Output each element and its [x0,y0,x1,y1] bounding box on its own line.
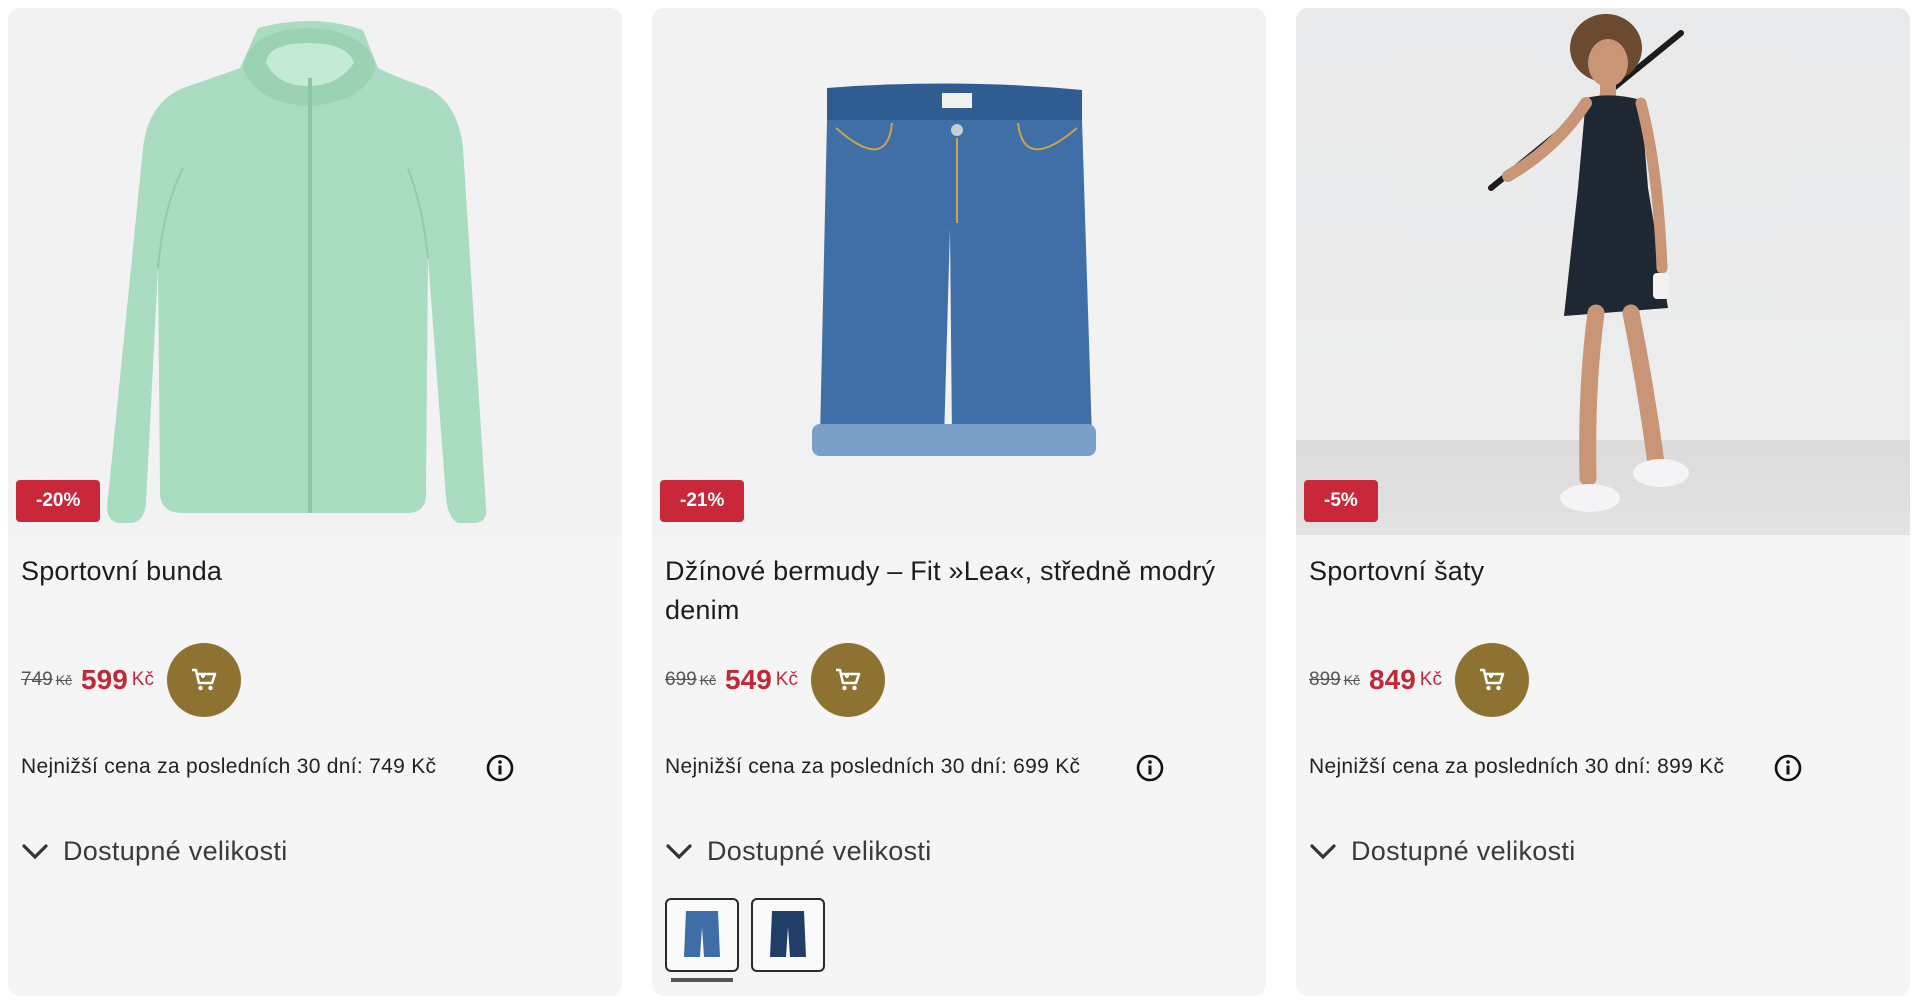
product-title[interactable]: Sportovní bunda [21,552,611,591]
old-price: 899 [1309,669,1341,690]
add-to-cart-button[interactable] [810,643,885,717]
old-price-currency: Kč [699,672,717,688]
add-to-cart-button[interactable] [1454,643,1529,717]
old-price: 699 [665,669,697,690]
product-image[interactable]: -5% [1296,8,1910,535]
price-row: 899 Kč 849 Kč [1309,643,1529,717]
dark-blue-denim-variant [770,911,806,957]
cart-icon [835,668,861,691]
denim-bermuda-shorts-image [812,83,1096,456]
discount-badge: -21% [660,480,745,522]
mint-zip-hoodie-image [107,20,487,523]
product-card[interactable]: -20% Sportovní bunda 749 Kč 599 Kč Nejni… [8,8,622,996]
info-icon[interactable] [1773,753,1803,783]
selected-variant-indicator [671,978,733,982]
product-title[interactable]: Sportovní šaty [1309,552,1899,591]
price-row: 749 Kč 599 Kč [21,643,241,717]
add-to-cart-button[interactable] [166,643,241,717]
lowest-price-info: Nejnižší cena za posledních 30 dní: 699 … [665,755,1081,778]
old-price: 749 [21,669,53,690]
sale-price: 599 [81,664,128,695]
available-sizes-toggle[interactable]: Dostupné velikosti [665,836,932,867]
info-icon[interactable] [1135,753,1165,783]
sale-price-currency: Kč [131,669,154,690]
old-price-currency: Kč [55,672,73,688]
price-row: 699 Kč 549 Kč [665,643,885,717]
color-variants [665,898,825,972]
available-sizes-label: Dostupné velikosti [707,836,932,866]
product-grid: -20% Sportovní bunda 749 Kč 599 Kč Nejni… [8,8,1910,996]
available-sizes-label: Dostupné velikosti [1351,836,1576,866]
product-card[interactable]: -21% Džínové bermudy – Fit »Lea«, středn… [652,8,1266,996]
available-sizes-label: Dostupné velikosti [63,836,288,866]
chevron-down-icon [666,843,692,859]
lowest-price-info: Nejnižší cena za posledních 30 dní: 749 … [21,755,437,778]
product-card[interactable]: -5% Sportovní šaty 899 Kč 849 Kč Nejnižš… [1296,8,1910,996]
medium-blue-denim-variant [684,911,720,957]
color-variant-swatch[interactable] [751,898,825,972]
product-title[interactable]: Džínové bermudy – Fit »Lea«, středně mod… [665,552,1255,630]
golf-dress-model-image [1488,14,1689,512]
cart-icon [191,668,217,691]
discount-badge: -20% [16,480,101,522]
lowest-price-info: Nejnižší cena za posledních 30 dní: 899 … [1309,755,1725,778]
chevron-down-icon [1310,843,1336,859]
product-image[interactable]: -21% [652,8,1266,535]
discount-badge: -5% [1304,480,1378,522]
available-sizes-toggle[interactable]: Dostupné velikosti [1309,836,1576,867]
chevron-down-icon [22,843,48,859]
info-icon[interactable] [485,753,515,783]
color-variant-swatch[interactable] [665,898,739,972]
sale-price: 549 [725,664,772,695]
product-image[interactable]: -20% [8,8,622,535]
old-price-currency: Kč [1343,672,1361,688]
sale-price-currency: Kč [1419,669,1442,690]
sale-price: 849 [1369,664,1416,695]
sale-price-currency: Kč [775,669,798,690]
available-sizes-toggle[interactable]: Dostupné velikosti [21,836,288,867]
cart-icon [1479,668,1505,691]
